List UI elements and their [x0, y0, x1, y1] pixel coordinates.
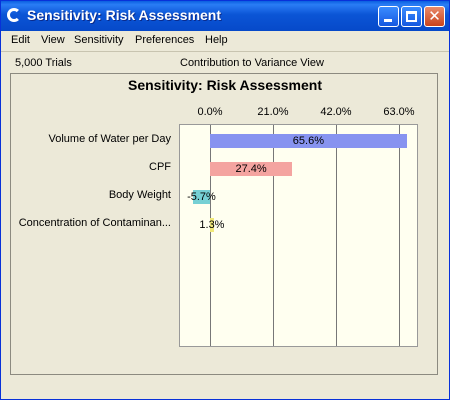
category-label: Volume of Water per Day — [48, 133, 171, 145]
bar-value-label: 65.6% — [292, 135, 324, 147]
menu-preferences[interactable]: Preferences — [135, 34, 194, 46]
x-tick-label: 0.0% — [197, 106, 223, 118]
info-bar: 5,000 Trials Contribution to Variance Vi… — [1, 51, 449, 73]
gridline — [399, 125, 400, 346]
category-label: Concentration of Contaminan... — [18, 217, 171, 229]
menu-view[interactable]: View — [41, 34, 65, 46]
maximize-button[interactable] — [401, 6, 422, 27]
title-bar[interactable]: Sensitivity: Risk Assessment ✕ — [1, 1, 449, 31]
bar-value-label: 1.3% — [199, 219, 225, 231]
maximize-icon — [406, 11, 417, 22]
gridline — [336, 125, 337, 346]
gridline — [273, 125, 274, 346]
crystal-ball-app-icon — [7, 8, 21, 22]
view-mode-label: Contribution to Variance View — [180, 57, 324, 69]
x-tick-label: 42.0% — [320, 106, 352, 118]
menu-sensitivity[interactable]: Sensitivity — [74, 34, 124, 46]
minimize-button[interactable] — [378, 6, 399, 27]
app-window: Sensitivity: Risk Assessment ✕ Edit View… — [0, 0, 450, 400]
category-label: Body Weight — [108, 189, 171, 201]
menu-help[interactable]: Help — [205, 34, 228, 46]
chart-panel: Sensitivity: Risk Assessment 0.0% 21.0% 42… — [10, 73, 438, 375]
plot-area: 65.6% 27.4% -5.7% 1.3% — [179, 124, 418, 347]
menu-bar: Edit View Sensitivity Preferences Help — [1, 31, 449, 51]
status-bar — [1, 380, 449, 399]
trials-count: 5,000 Trials — [15, 57, 72, 69]
bar-value-label: 27.4% — [235, 163, 267, 175]
bar-value-label: -5.7% — [187, 191, 216, 203]
chart-title: Sensitivity: Risk Assessment — [127, 77, 322, 93]
x-tick-label: 63.0% — [383, 106, 415, 118]
window-title: Sensitivity: Risk Assessment — [27, 7, 222, 23]
close-button[interactable]: ✕ — [424, 6, 445, 27]
category-label: CPF — [149, 161, 171, 173]
x-tick-label: 21.0% — [257, 106, 289, 118]
gridline — [210, 125, 211, 346]
close-icon: ✕ — [428, 7, 441, 25]
minimize-icon — [384, 19, 392, 22]
menu-edit[interactable]: Edit — [11, 34, 30, 46]
